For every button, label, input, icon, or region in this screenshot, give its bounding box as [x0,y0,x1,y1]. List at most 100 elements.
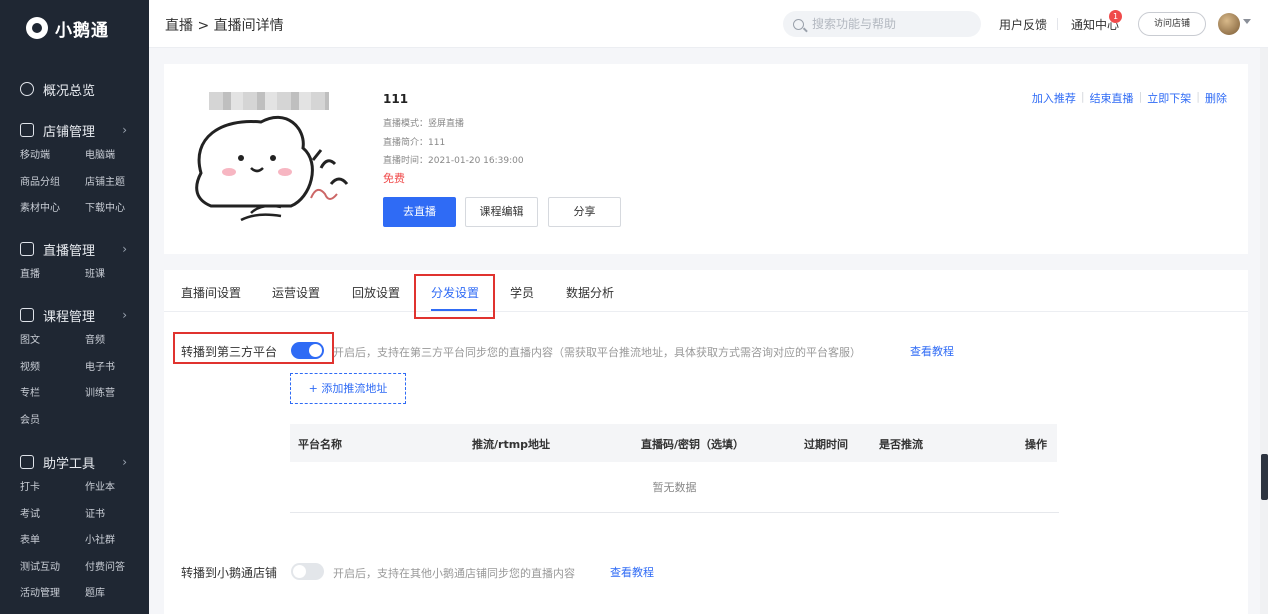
delete-link[interactable]: 删除 [1200,90,1232,106]
sidebar-subitem[interactable]: 电脑端 [85,143,145,170]
live-title: 111 [383,92,409,106]
scrollbar-thumb[interactable] [1261,454,1268,500]
chevron-right-icon: › [122,455,127,469]
sidebar-subitem[interactable]: 表单 [20,528,85,555]
go-live-button[interactable]: 去直播 [383,197,456,227]
chevron-right-icon: › [122,308,127,322]
sidebar-group-course: 课程管理 › 图文 音频 视频 电子书 专栏 训练营 会员 [0,302,149,434]
tab-operation-settings[interactable]: 运营设置 [272,284,320,301]
sidebar-subitem[interactable]: 班课 [85,262,145,289]
live-cover-image [181,88,361,226]
sidebar-group-overview: 概况总览 [0,76,149,102]
sidebar-subitem[interactable]: 考试 [20,502,85,529]
column-header: 推流/rtmp地址 [472,438,551,451]
sidebar-group-store: 店铺管理 › 移动端 电脑端 商品分组 店铺主题 素材中心 下载中心 [0,117,149,223]
sidebar-subitem[interactable]: 活动管理 [20,581,85,608]
sidebar-subitem[interactable]: 图文 [20,328,85,355]
sidebar-subitem[interactable]: 移动端 [20,143,85,170]
xiaoe-store-toggle[interactable] [291,563,324,580]
logo-icon [26,17,48,39]
sidebar-subitem[interactable]: 会员 [20,408,85,435]
tab-bar: 直播间设置 运营设置 回放设置 分发设置 学员 数据分析 [164,270,1248,312]
caret-down-icon[interactable] [1243,19,1251,24]
add-recommend-link[interactable]: 加入推荐 [1027,90,1081,106]
tab-live-room-settings[interactable]: 直播间设置 [181,284,241,301]
visit-store-button[interactable]: 访问店铺 [1138,12,1206,36]
table-header: 平台名称 推流/rtmp地址 直播码/密钥（选填） 过期时间 是否推流 操作 [290,424,1057,462]
column-header: 是否推流 [879,438,923,451]
sidebar-item-label: 直播管理 [43,243,96,259]
camera-icon [20,242,34,256]
xiaoe-store-description: 开启后，支持在其他小鹅通店铺同步您的直播内容 [333,567,575,580]
search-input[interactable] [812,17,972,31]
blurred-text-strip [209,92,329,110]
chevron-right-icon: › [122,242,127,256]
end-live-link[interactable]: 结束直播 [1085,90,1139,106]
topbar: 直播 > 直播间详情 用户反馈 通知中心 1 访问店铺 [149,0,1268,48]
highlight-box-tab [414,274,495,319]
sidebar-item-live[interactable]: 直播管理 › [0,236,149,262]
third-party-description: 开启后，支持在第三方平台同步您的直播内容（需获取平台推流地址，具体获取方式需咨询… [333,346,861,359]
sidebar-subitem[interactable]: 视频 [20,355,85,382]
sidebar-subitem[interactable]: 作业本 [85,475,145,502]
sidebar: 小鹅通 概况总览 店铺管理 › 移动端 电脑端 商品分组 店铺主题 素材中心 下… [0,0,149,614]
tab-playback-settings[interactable]: 回放设置 [352,284,400,301]
sidebar-item-course[interactable]: 课程管理 › [0,302,149,328]
xiaoe-store-tutorial-link[interactable]: 查看教程 [610,564,654,580]
column-header: 平台名称 [298,438,342,451]
brand-name: 小鹅通 [55,20,109,41]
sidebar-subitem[interactable]: 商品分组 [20,170,85,197]
avatar[interactable] [1218,13,1240,35]
live-info-card: 111 直播模式：竖屏直播 直播简介：111 直播时间：2021-01-20 1… [164,64,1248,254]
tab-data-analysis[interactable]: 数据分析 [566,284,614,301]
third-party-toggle[interactable] [291,342,324,359]
sidebar-subitem[interactable]: 训练营 [85,381,145,408]
sidebar-subitem[interactable]: 音频 [85,328,145,355]
brand-logo[interactable]: 小鹅通 [0,0,149,56]
sidebar-subitem[interactable]: 专栏 [20,381,85,408]
tab-students[interactable]: 学员 [510,284,534,301]
feedback-link[interactable]: 用户反馈 [999,16,1047,33]
sidebar-item-overview[interactable]: 概况总览 [0,76,149,102]
sidebar-group-tools: 助学工具 › 打卡 作业本 考试 证书 表单 小社群 测试互动 付费问答 活动管… [0,449,149,608]
sidebar-subitem[interactable]: 小社群 [85,528,145,555]
sidebar-subitem[interactable]: 证书 [85,502,145,529]
sidebar-subitem[interactable]: 店铺主题 [85,170,145,197]
book-icon [20,308,34,322]
column-header: 直播码/密钥（选填） [641,438,745,451]
sidebar-item-store[interactable]: 店铺管理 › [0,117,149,143]
sidebar-item-label: 助学工具 [43,456,96,472]
edit-course-button[interactable]: 课程编辑 [465,197,538,227]
sidebar-item-tools[interactable]: 助学工具 › [0,449,149,475]
take-down-link[interactable]: 立即下架 [1142,90,1196,106]
third-party-tutorial-link[interactable]: 查看教程 [910,343,954,359]
column-header: 操作 [1025,438,1047,451]
live-time: 直播时间：2021-01-20 16:39:00 [383,156,524,166]
sidebar-item-label: 课程管理 [43,309,96,325]
sidebar-item-label: 店铺管理 [43,124,96,140]
sidebar-subitem[interactable]: 付费问答 [85,555,145,582]
add-stream-url-button[interactable]: + 添加推流地址 [290,373,406,404]
column-header: 过期时间 [804,438,848,451]
divider [1057,18,1058,30]
sidebar-subitem[interactable]: 下载中心 [85,196,145,223]
sidebar-subitem[interactable]: 题库 [85,581,145,608]
chevron-right-icon: › [122,123,127,137]
sidebar-subitem[interactable]: 素材中心 [20,196,85,223]
search-box[interactable] [783,11,981,37]
live-ops-links: 加入推荐 | 结束直播 | 立即下架 | 删除 [1027,90,1232,106]
sidebar-subitem[interactable]: 直播 [20,262,85,289]
live-intro: 直播简介：111 [383,138,446,148]
sidebar-subitem[interactable]: 电子书 [85,355,145,382]
sidebar-group-live: 直播管理 › 直播 班课 [0,236,149,289]
sidebar-subitem[interactable]: 测试互动 [20,555,85,582]
xiaoe-store-label: 转播到小鹅通店铺 [181,566,278,580]
notification-badge: 1 [1109,10,1122,23]
share-button[interactable]: 分享 [548,197,621,227]
sidebar-subitem[interactable]: 打卡 [20,475,85,502]
scrollbar-track[interactable] [1260,48,1268,614]
breadcrumb: 直播 > 直播间详情 [165,18,284,34]
live-price: 免费 [383,172,405,185]
store-icon [20,123,34,137]
sidebar-item-label: 概况总览 [43,83,96,99]
